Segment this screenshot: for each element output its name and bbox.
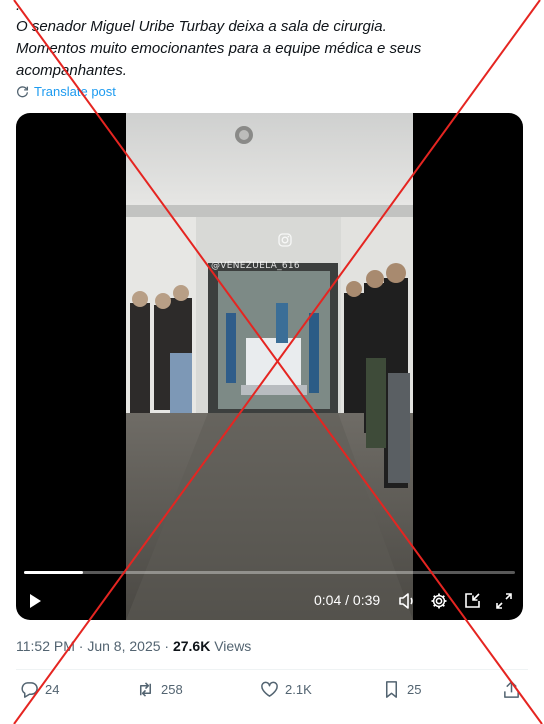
share-button[interactable] [502,680,521,699]
translate-icon [17,86,29,98]
current-time: 0:04 [314,592,342,608]
play-button[interactable] [24,590,46,612]
video-frame [126,113,413,620]
like-count: 2.1K [285,682,312,697]
video-watermark: @VENEZUELA_616 [211,261,300,271]
views-count: 27.6K [172,638,211,654]
settings-button[interactable] [428,590,450,612]
volume-button[interactable] [396,590,418,612]
hospital-corridor-image [126,113,413,620]
pip-icon [465,593,480,608]
divider [16,669,528,670]
views-label: Views [214,638,252,654]
fullscreen-button[interactable] [493,590,515,612]
bookmark-icon [385,681,398,698]
duration: 0:39 [352,592,381,608]
action-bar: 24 258 2.1K 25 [16,680,528,704]
video-progress-bar[interactable] [24,571,515,574]
post-leading-dot: . [16,0,21,14]
bookmark-count: 25 [407,682,422,697]
time-separator: / [341,592,353,608]
post-time[interactable]: 11:52 PM [16,638,75,654]
repost-button[interactable]: 258 [136,680,183,699]
post-line-2: Momentos muito emocionantes para a equip… [16,40,422,57]
play-icon [30,594,41,608]
post-line-3: acompanhantes. [16,62,127,79]
post-date[interactable]: Jun 8, 2025 [87,638,160,654]
meta-separator-2: · [160,638,173,654]
reply-icon [21,682,38,698]
video-time: 0:04 / 0:39 [314,592,380,608]
post-line-1: O senador Miguel Uribe Turbay deixa a sa… [16,18,387,35]
translate-post-label: Translate post [34,84,116,99]
meta-separator: · [74,638,88,654]
reply-count: 24 [45,682,60,697]
like-button[interactable]: 2.1K [260,680,312,699]
instagram-icon [278,233,292,247]
repost-count: 258 [161,682,183,697]
fullscreen-icon [496,593,512,609]
speaker-icon [399,593,413,609]
reply-button[interactable]: 24 [20,680,59,699]
share-icon [504,681,519,698]
heart-icon [261,681,278,697]
repost-icon [139,682,152,697]
post-metadata: 11:52 PM · Jun 8, 2025 · 27.6K Views [16,638,251,654]
translate-post-link[interactable]: Translate post [16,84,116,99]
bookmark-button[interactable]: 25 [382,680,421,699]
video-player[interactable]: @VENEZUELA_616 0:04 / 0:39 [16,113,523,620]
post-text: . O senador Miguel Uribe Turbay deixa a … [16,0,526,82]
gear-icon [431,593,447,609]
video-progress-fill [24,571,83,574]
picture-in-picture-button[interactable] [461,590,483,612]
